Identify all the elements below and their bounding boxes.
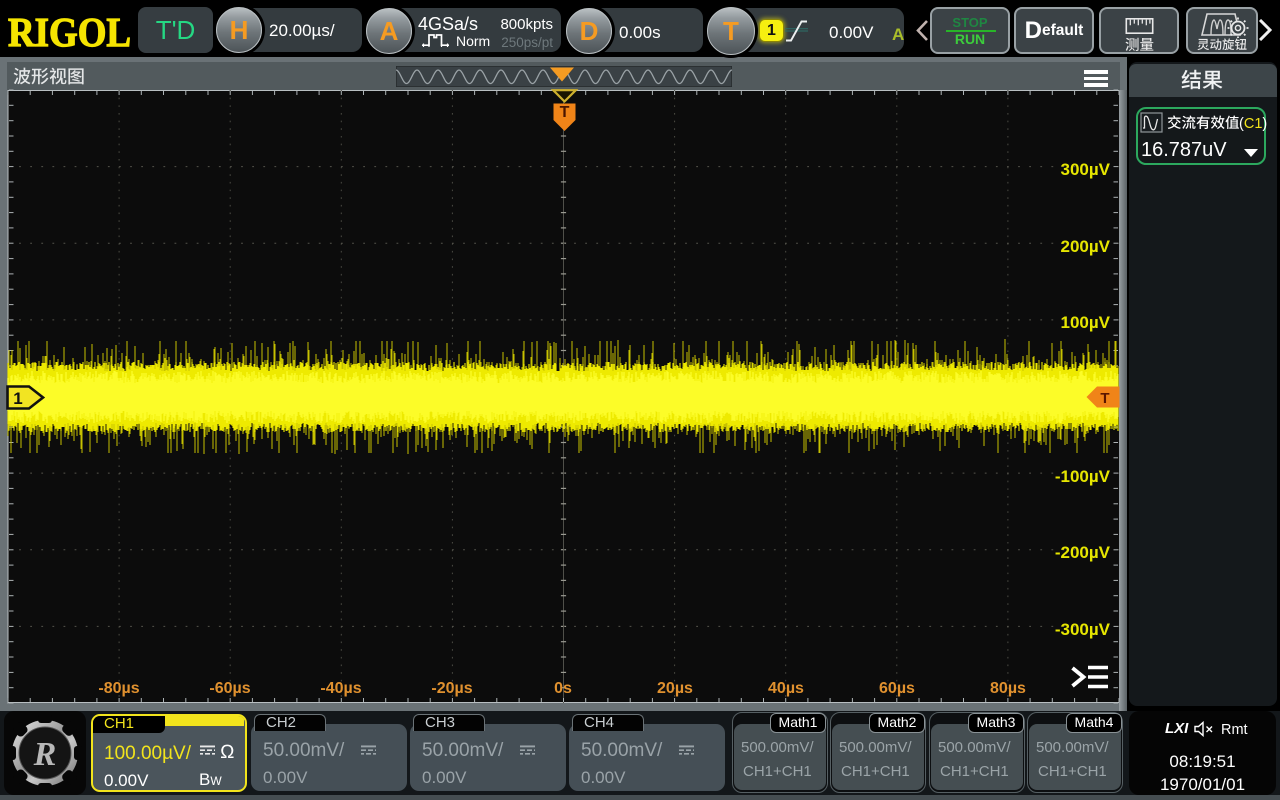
svg-text:T: T <box>1100 390 1109 407</box>
svg-text:R: R <box>33 736 57 773</box>
svg-text:1: 1 <box>13 389 22 408</box>
svg-text:T: T <box>560 104 570 121</box>
